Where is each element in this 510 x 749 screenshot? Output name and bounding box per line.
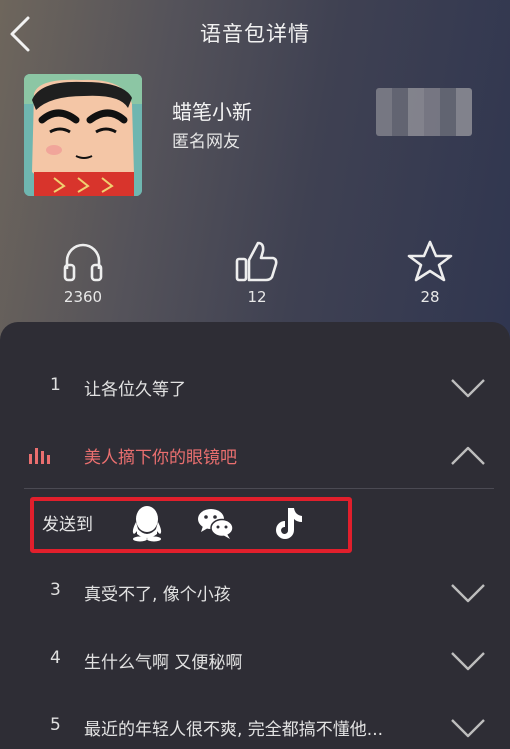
chevron-down-icon[interactable]	[448, 376, 488, 400]
playing-bars-icon	[29, 448, 50, 464]
track-index: 3	[50, 580, 61, 600]
chevron-down-icon[interactable]	[448, 649, 488, 673]
track-title: 让各位久等了	[84, 380, 186, 400]
blurred-redaction	[376, 88, 472, 136]
page-title: 语音包详情	[200, 22, 310, 46]
star-icon	[407, 240, 453, 282]
divider	[24, 488, 494, 489]
chevron-down-icon[interactable]	[448, 581, 488, 605]
track-row[interactable]: 3 真受不了, 像个小孩	[0, 565, 510, 621]
track-row[interactable]: 4 生什么气啊 又便秘啊	[0, 633, 510, 689]
track-index: 1	[50, 375, 61, 395]
track-title: 最近的年轻人很不爽, 完全都搞不懂他...	[84, 720, 384, 740]
track-title: 真受不了, 像个小孩	[84, 585, 231, 605]
track-title: 美人摘下你的眼镜吧	[84, 448, 237, 468]
track-index: 4	[50, 648, 61, 668]
track-title: 生什么气啊 又便秘啊	[84, 653, 243, 673]
voice-pack-cover	[24, 74, 142, 196]
like-stat[interactable]: 12	[202, 238, 312, 306]
voice-pack-name: 蜡笔小新	[172, 100, 252, 124]
thumbs-up-icon	[235, 241, 278, 282]
chevron-up-icon[interactable]	[448, 444, 488, 468]
favorite-stat[interactable]: 28	[375, 238, 485, 306]
top-bar: 语音包详情	[0, 0, 510, 66]
listen-count-stat: 2360	[28, 238, 138, 306]
chevron-down-icon[interactable]	[448, 716, 488, 740]
track-row[interactable]: 5 最近的年轻人很不爽, 完全都搞不懂他...	[0, 700, 510, 749]
headphones-icon	[63, 243, 103, 282]
like-count: 12	[247, 288, 267, 306]
track-row[interactable]: 1 让各位久等了	[0, 360, 510, 416]
track-row-active[interactable]: 美人摘下你的眼镜吧	[0, 428, 510, 484]
favorite-count: 28	[420, 288, 440, 306]
voice-pack-author: 匿名网友	[172, 132, 240, 152]
share-highlight-box	[30, 497, 352, 553]
listen-count: 2360	[63, 288, 103, 306]
track-index: 5	[50, 715, 61, 735]
